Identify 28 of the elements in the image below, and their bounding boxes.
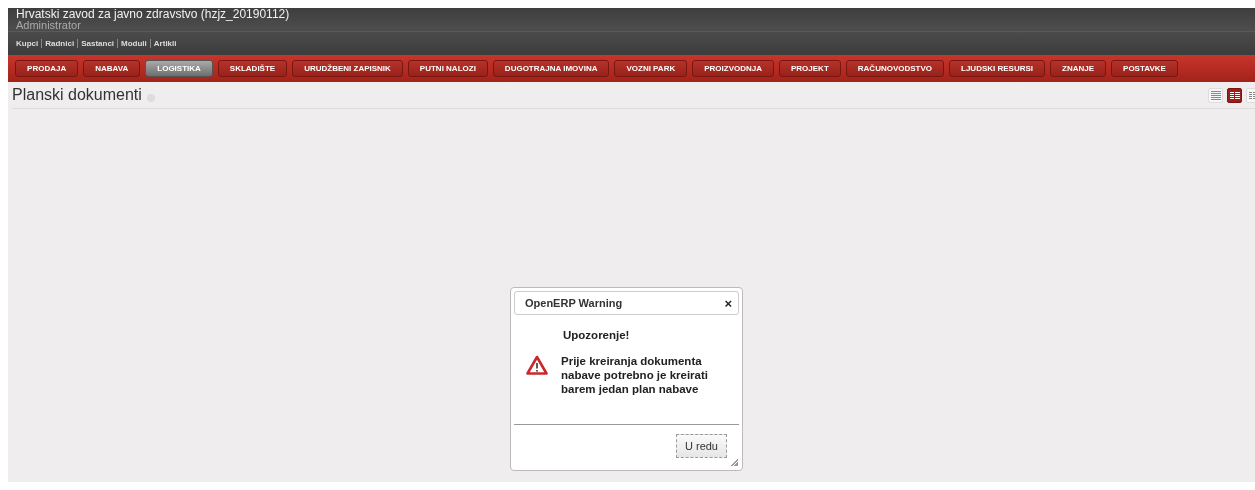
menu-tab[interactable]: PROJEKT (779, 60, 841, 77)
menu-tab[interactable]: SKLADIŠTE (217, 60, 288, 77)
menu-tab[interactable]: PROIZVODNJA (692, 60, 774, 77)
menu-tab[interactable]: LJUDSKI RESURSI (949, 60, 1046, 77)
shortcut-link[interactable]: Artikli (153, 38, 177, 48)
shortcut-link[interactable]: Moduli (121, 38, 147, 48)
shortcut-link[interactable]: Radnici (45, 38, 75, 48)
menu-tab[interactable]: PUTNI NALOZI (407, 60, 488, 77)
menu-tab[interactable]: VOZNI PARK (614, 60, 688, 77)
close-button[interactable]: × (724, 296, 732, 310)
user-name: Administrator (16, 20, 82, 31)
warning-heading: Upozorenje! (563, 329, 631, 341)
menu-tab[interactable]: RAČUNOVODSTVO (845, 60, 945, 77)
menu-tab[interactable]: ZNANJE (1050, 60, 1107, 77)
shortcut-link[interactable]: Sastanci (81, 38, 115, 48)
page-title: Planski dokumenti (12, 86, 142, 104)
menu-tab[interactable]: POSTAVKE (1111, 60, 1178, 77)
menu-tab[interactable]: NABAVA (83, 60, 141, 77)
form-view-icon[interactable] (1227, 87, 1242, 103)
menu-tab[interactable]: PRODAJA (15, 60, 79, 77)
company-name: Hrvatski zavod za javno zdravstvo (hzjz_20190112) (16, 8, 291, 20)
warning-icon (526, 355, 548, 375)
menu-tab[interactable]: URUDŽBENI ZAPISNIK (292, 60, 403, 77)
shortcut-link[interactable]: Kupci (16, 38, 39, 48)
dialog-title: OpenERP Warning (525, 297, 623, 309)
menu-tab[interactable]: DUGOTRAJNA IMOVINA (492, 60, 610, 77)
warning-message: Prije kreiranja dokumenta nabave potrebno je kreirati barem jedan plan nabave (561, 354, 709, 396)
ok-button[interactable]: U redu (675, 434, 727, 458)
